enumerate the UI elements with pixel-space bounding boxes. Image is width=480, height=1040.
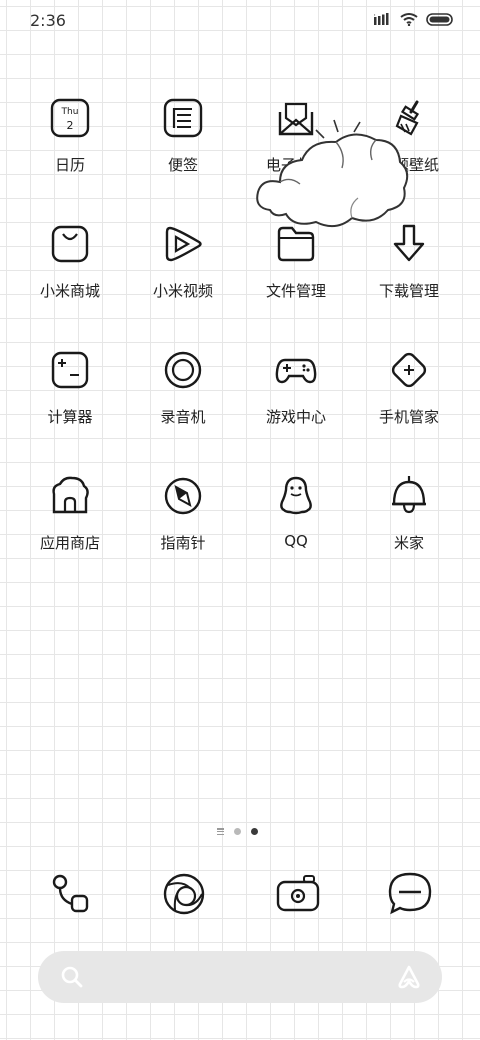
wifi-icon (400, 13, 418, 26)
app-calendar[interactable]: Thu 2 日历 (14, 96, 126, 175)
page-indicator-menu[interactable] (217, 828, 224, 835)
app-label: 指南针 (160, 534, 206, 552)
app-mijia[interactable]: 米家 (353, 474, 465, 553)
mijia-lamp-icon (392, 476, 426, 514)
app-notes[interactable]: 便签 (127, 96, 239, 175)
app-label: 应用商店 (39, 534, 100, 552)
app-label: 小米商城 (39, 282, 100, 300)
search-icon[interactable] (60, 965, 84, 989)
app-label: 日历 (54, 156, 85, 174)
recorder-icon (164, 351, 202, 389)
page-dot-active[interactable] (251, 828, 258, 835)
battery-icon (426, 12, 453, 26)
camera-icon[interactable] (274, 870, 322, 918)
app-label: 游戏中心 (265, 408, 326, 426)
app-label: 手机管家 (378, 408, 439, 426)
video-play-icon (165, 226, 202, 262)
app-download-manager[interactable]: 下载管理 (353, 222, 465, 301)
compass-icon (164, 477, 202, 515)
app-qq[interactable]: QQ (240, 474, 352, 550)
page-indicator[interactable] (217, 828, 258, 835)
download-arrow-icon (393, 224, 425, 262)
phone-icon[interactable] (48, 870, 96, 918)
app-label: 小米视频 (152, 282, 213, 300)
app-security[interactable]: 手机管家 (353, 348, 465, 427)
assistant-icon[interactable] (396, 964, 422, 990)
app-label: 米家 (393, 534, 424, 552)
status-time: 2:36 (30, 11, 66, 30)
security-plus-icon (391, 352, 427, 388)
app-label: 文件管理 (265, 282, 326, 300)
app-label: 便签 (167, 156, 198, 174)
app-label: 下载管理 (378, 282, 439, 300)
status-icons: ᵗ (374, 12, 454, 26)
app-mi-store[interactable]: 小米商城 (14, 222, 126, 301)
calendar-icon: Thu 2 (50, 98, 90, 138)
folder-icon (277, 226, 315, 262)
page-dot[interactable] (234, 828, 241, 835)
app-mi-video[interactable]: 小米视频 (127, 222, 239, 301)
app-compass[interactable]: 指南针 (127, 474, 239, 553)
notes-icon (163, 98, 203, 138)
app-game-center[interactable]: 游戏中心 (240, 348, 352, 427)
signal-icon: ᵗ (374, 13, 389, 25)
app-calculator[interactable]: 计算器 (14, 348, 126, 427)
browser-icon[interactable] (160, 870, 208, 918)
messages-icon[interactable] (386, 870, 434, 918)
status-bar: 2:36 ᵗ (0, 0, 480, 40)
app-store-house-icon (52, 476, 89, 514)
app-file-manager[interactable]: 文件管理 (240, 222, 352, 301)
qq-penguin-icon (280, 476, 312, 515)
app-label: 计算器 (47, 408, 93, 426)
shopping-bag-icon (51, 225, 89, 263)
search-bar[interactable] (38, 951, 442, 1003)
app-app-store[interactable]: 应用商店 (14, 474, 126, 553)
svg-text:Thu: Thu (61, 107, 79, 117)
gamepad-icon (275, 358, 317, 384)
app-label: 录音机 (160, 408, 206, 426)
app-label: QQ (284, 532, 308, 550)
calculator-icon (51, 351, 89, 389)
app-recorder[interactable]: 录音机 (127, 348, 239, 427)
svg-text:2: 2 (67, 119, 74, 132)
